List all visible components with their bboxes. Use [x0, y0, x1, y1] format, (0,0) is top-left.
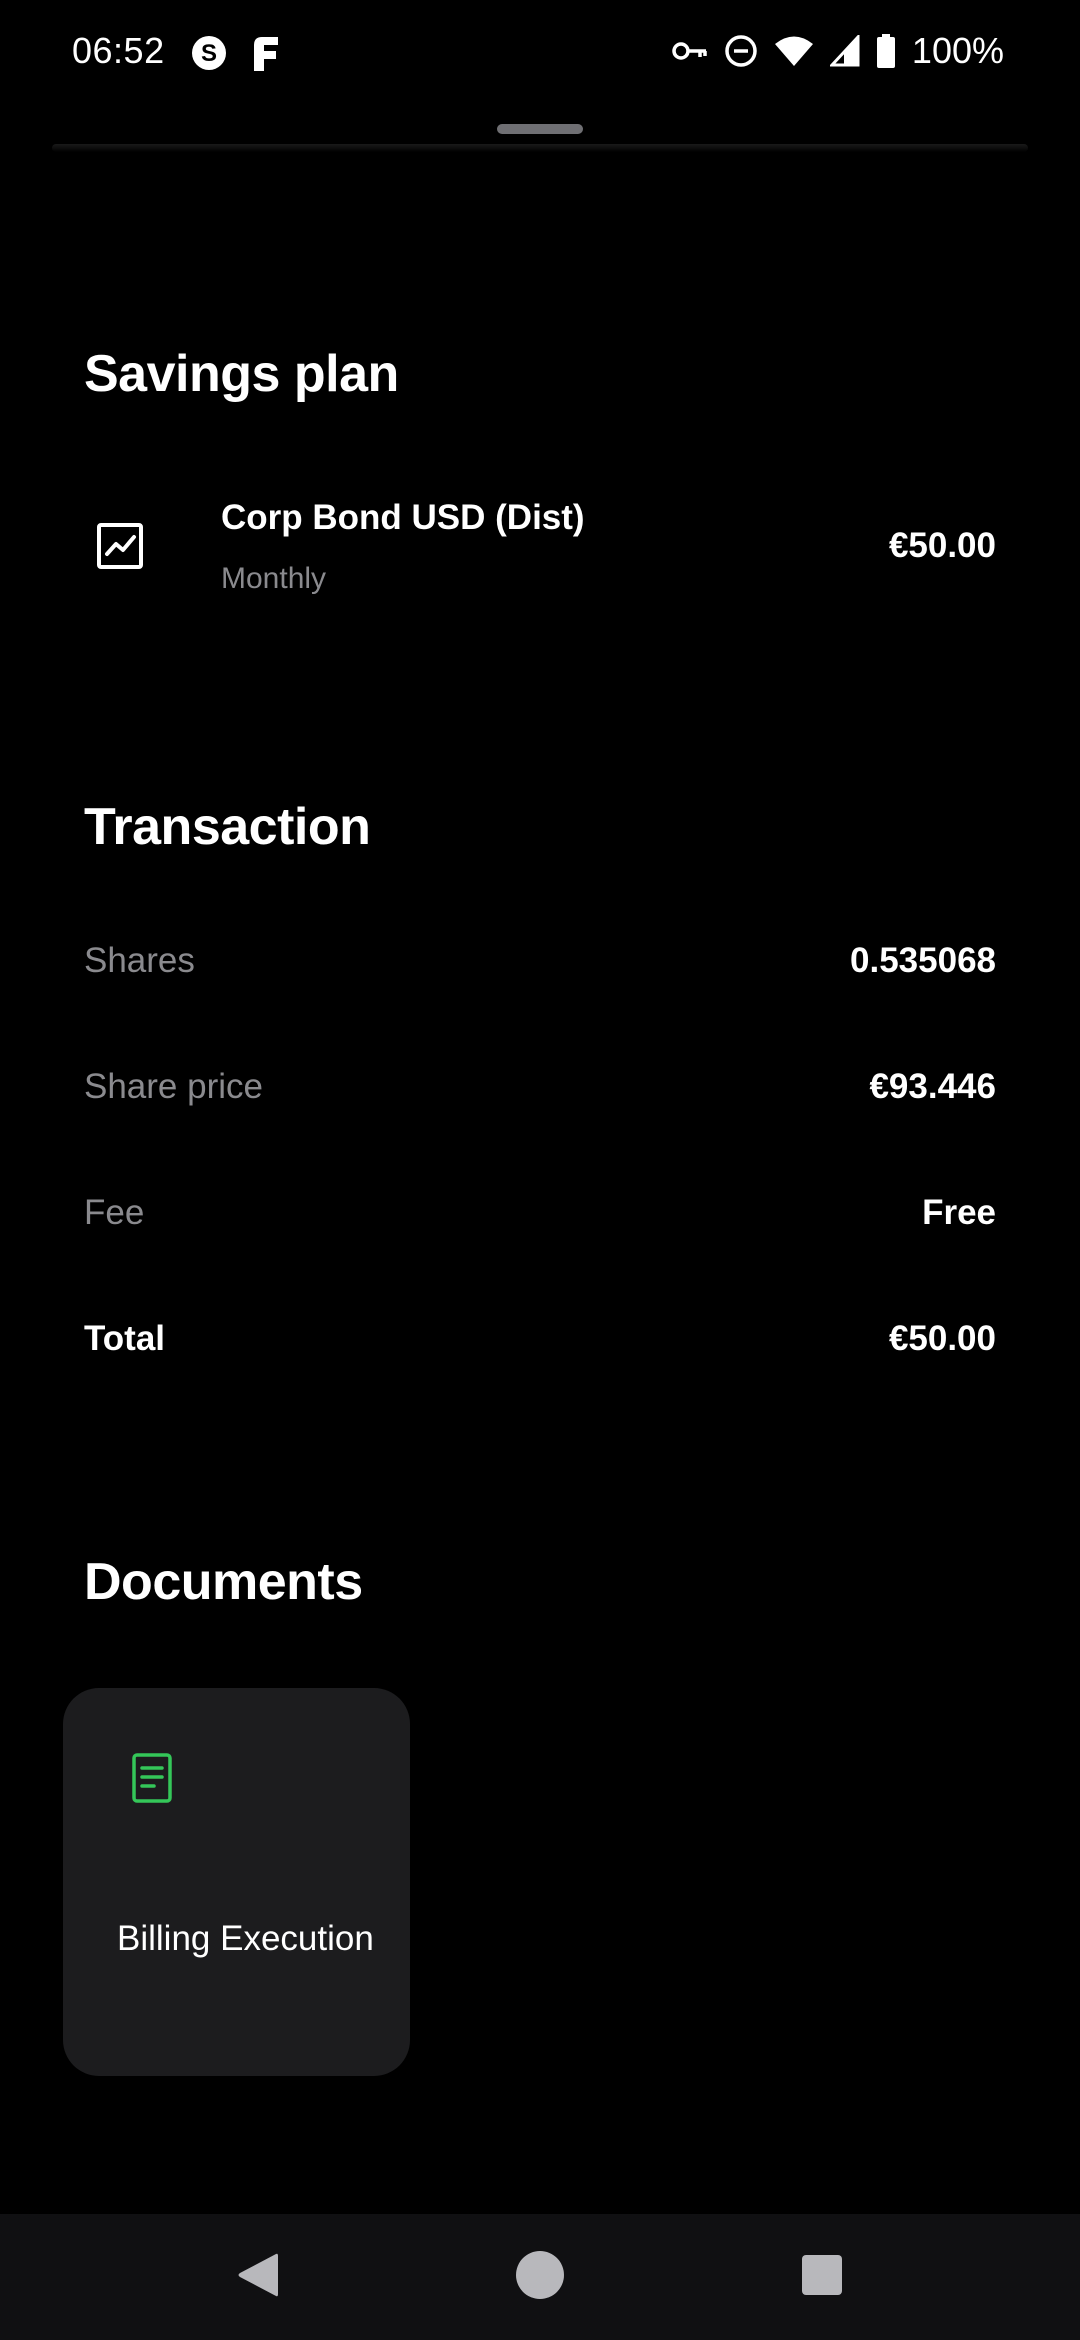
svg-text:S: S: [201, 40, 217, 67]
tx-row-shares: Shares 0.535068: [84, 941, 996, 1001]
status-right: 100%: [672, 30, 1004, 72]
tx-row-total: Total €50.00: [84, 1319, 996, 1379]
document-label: Billing Execution: [117, 1919, 374, 1958]
status-bar: 06:52 S 100%: [0, 0, 1080, 108]
document-icon: [131, 1752, 175, 1804]
plan-amount: €50.00: [888, 526, 996, 565]
sheet-edge: [52, 144, 1028, 152]
tx-value: €93.446: [869, 1067, 996, 1106]
transaction-title: Transaction: [84, 798, 371, 856]
s-circle-icon: S: [190, 34, 228, 77]
home-icon: [514, 2249, 566, 2306]
status-time: 06:52: [72, 30, 165, 71]
app-logo-icon: [250, 35, 280, 76]
dnd-icon: [724, 34, 758, 68]
tx-label: Shares: [84, 941, 195, 980]
battery-percent: 100%: [911, 30, 1004, 71]
signal-icon: [829, 35, 860, 67]
key-icon: [672, 39, 708, 63]
sheet-drag-handle[interactable]: [497, 124, 583, 134]
tx-label: Fee: [84, 1193, 145, 1232]
tx-value: Free: [922, 1193, 996, 1232]
tx-label: Total: [84, 1319, 166, 1358]
recents-button[interactable]: [762, 2214, 882, 2340]
tx-label: Share price: [84, 1067, 263, 1106]
status-left-icons: S: [190, 34, 280, 77]
tx-value: €50.00: [888, 1319, 996, 1358]
savings-plan-item[interactable]: Corp Bond USD (Dist) Monthly €50.00: [84, 488, 996, 608]
tx-row-fee: Fee Free: [84, 1193, 996, 1253]
documents-title: Documents: [84, 1553, 363, 1611]
document-card-billing-execution[interactable]: Billing Execution: [63, 1688, 410, 2076]
system-nav-bar: [0, 2214, 1080, 2340]
chart-icon: [96, 522, 144, 570]
back-button[interactable]: [198, 2214, 318, 2340]
tx-row-share-price: Share price €93.446: [84, 1067, 996, 1127]
back-icon: [234, 2250, 282, 2305]
wifi-icon: [774, 35, 814, 67]
plan-name: Corp Bond USD (Dist): [221, 498, 585, 537]
savings-plan-title: Savings plan: [84, 345, 399, 403]
tx-value: 0.535068: [850, 941, 996, 980]
recents-icon: [801, 2254, 843, 2301]
battery-icon: [876, 34, 896, 68]
plan-frequency: Monthly: [221, 562, 327, 595]
home-button[interactable]: [480, 2214, 600, 2340]
